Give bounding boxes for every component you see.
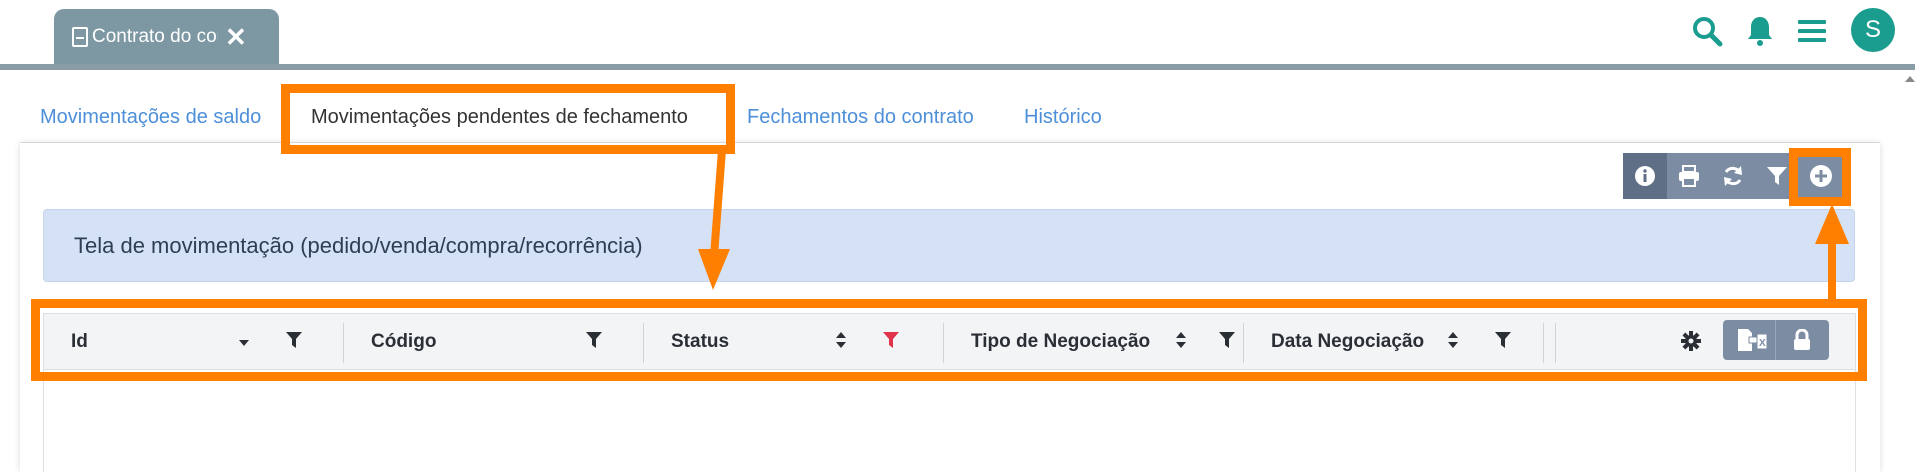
arrow-head-up <box>1815 204 1849 244</box>
annotation-arrows <box>698 149 1849 300</box>
arrow-head-down <box>698 249 730 290</box>
arrow-line <box>710 149 726 257</box>
